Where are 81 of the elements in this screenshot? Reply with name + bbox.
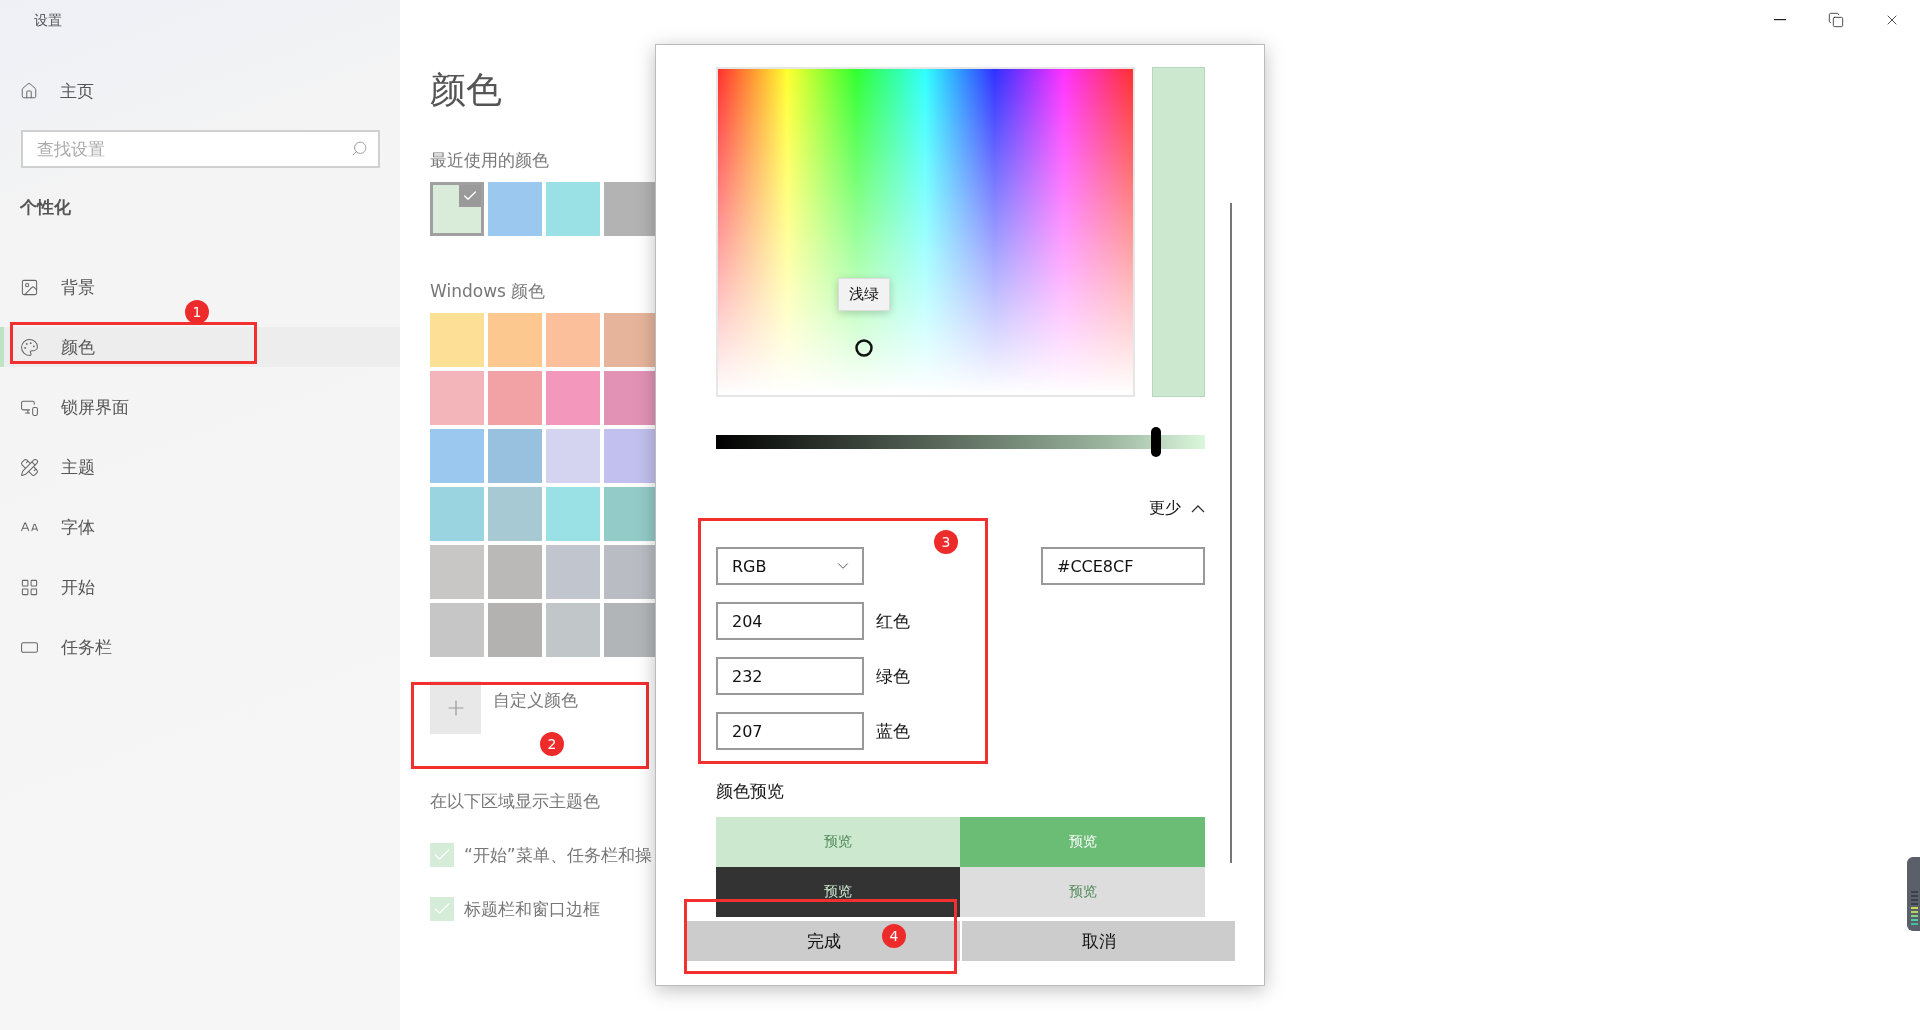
hex-input[interactable]: #CCE8CF	[1041, 547, 1205, 585]
less-button[interactable]: 更少	[1149, 498, 1205, 519]
preview-heading: 颜色预览	[716, 780, 784, 803]
color-swatch[interactable]	[604, 545, 655, 599]
pencil-icon	[20, 457, 39, 477]
checkbox-label: “开始”菜单、任务栏和操	[464, 843, 652, 867]
color-swatch[interactable]	[546, 429, 600, 483]
restore-icon	[1828, 12, 1844, 28]
color-swatch[interactable]	[604, 182, 655, 236]
section-heading: 个性化	[20, 196, 71, 219]
annotation-badge: 2	[540, 732, 564, 756]
color-swatch[interactable]	[604, 371, 655, 425]
checkbox-label: 标题栏和窗口边框	[464, 897, 600, 921]
channel-label: 蓝色	[876, 719, 910, 743]
annotation-badge: 3	[934, 530, 958, 554]
color-swatch[interactable]	[430, 487, 484, 541]
color-swatch[interactable]	[430, 371, 484, 425]
channel-input[interactable]: 207	[716, 712, 864, 750]
color-swatch[interactable]	[488, 603, 542, 657]
channel-label: 绿色	[876, 664, 910, 688]
cancel-button[interactable]: 取消	[962, 921, 1235, 961]
color-swatch[interactable]	[488, 545, 542, 599]
color-swatch[interactable]	[488, 429, 542, 483]
checkbox[interactable]	[430, 897, 454, 921]
checkbox[interactable]	[430, 843, 454, 867]
page-title: 颜色	[430, 68, 503, 112]
color-swatch[interactable]	[430, 429, 484, 483]
nav-item[interactable]: 颜色	[0, 327, 400, 367]
color-swatch[interactable]	[546, 371, 600, 425]
windows-colors-label: Windows 颜色	[430, 280, 547, 303]
palette-icon	[20, 337, 39, 357]
channel-input[interactable]: 204	[716, 602, 864, 640]
grid-icon	[20, 577, 39, 597]
chevron-up-icon	[1191, 504, 1205, 513]
minimize-icon	[1774, 19, 1786, 21]
preview-tile: 预览	[960, 817, 1205, 867]
nav-item[interactable]: 锁屏界面	[0, 387, 400, 427]
recent-colors-label: 最近使用的颜色	[430, 149, 550, 172]
color-swatch[interactable]	[604, 313, 655, 367]
color-swatch[interactable]	[546, 182, 600, 236]
slider-thumb[interactable]	[1151, 427, 1162, 457]
mode-dropdown[interactable]: RGB	[716, 547, 864, 585]
color-tooltip: 浅绿	[838, 278, 890, 311]
nav-item[interactable]: 任务栏	[0, 627, 400, 667]
nav-item[interactable]: 字体	[0, 507, 400, 547]
scrollbar[interactable]	[1230, 203, 1232, 863]
nav-item[interactable]: 开始	[0, 567, 400, 607]
annotation-badge: 1	[185, 300, 209, 324]
home-icon	[20, 82, 38, 100]
channel-label: 红色	[876, 609, 910, 633]
search-icon	[351, 140, 368, 157]
picture-icon	[20, 277, 39, 297]
preview-tile: 预览	[960, 867, 1205, 917]
color-swatch[interactable]	[430, 603, 484, 657]
window-title: 设置	[34, 12, 62, 30]
color-swatch[interactable]	[488, 182, 542, 236]
color-swatch[interactable]	[546, 487, 600, 541]
nav-item[interactable]: 主题	[0, 447, 400, 487]
selector-ring-icon	[854, 338, 874, 358]
preview-tile: 预览	[716, 817, 960, 867]
accent-label: 在以下区域显示主题色	[430, 790, 601, 813]
color-swatch[interactable]	[430, 313, 484, 367]
color-swatch[interactable]	[488, 371, 542, 425]
add-color-button[interactable]	[430, 681, 481, 734]
search-field[interactable]: 查找设置	[21, 130, 380, 168]
color-swatch[interactable]	[546, 603, 600, 657]
channel-input[interactable]: 232	[716, 657, 864, 695]
custom-color-label[interactable]: 自定义颜色	[493, 689, 578, 734]
color-swatch[interactable]	[430, 545, 484, 599]
color-swatch[interactable]	[488, 487, 542, 541]
color-swatch[interactable]	[430, 182, 484, 236]
level-meter-icon	[1907, 857, 1920, 931]
color-swatch[interactable]	[604, 429, 655, 483]
color-swatch[interactable]	[488, 313, 542, 367]
preview-tile: 预览	[716, 867, 960, 917]
color-swatch[interactable]	[604, 487, 655, 541]
color-swatch[interactable]	[546, 313, 600, 367]
home-link[interactable]: 主页	[20, 76, 94, 106]
color-swatch[interactable]	[604, 603, 655, 657]
check-icon	[459, 185, 481, 207]
color-swatch[interactable]	[546, 545, 600, 599]
